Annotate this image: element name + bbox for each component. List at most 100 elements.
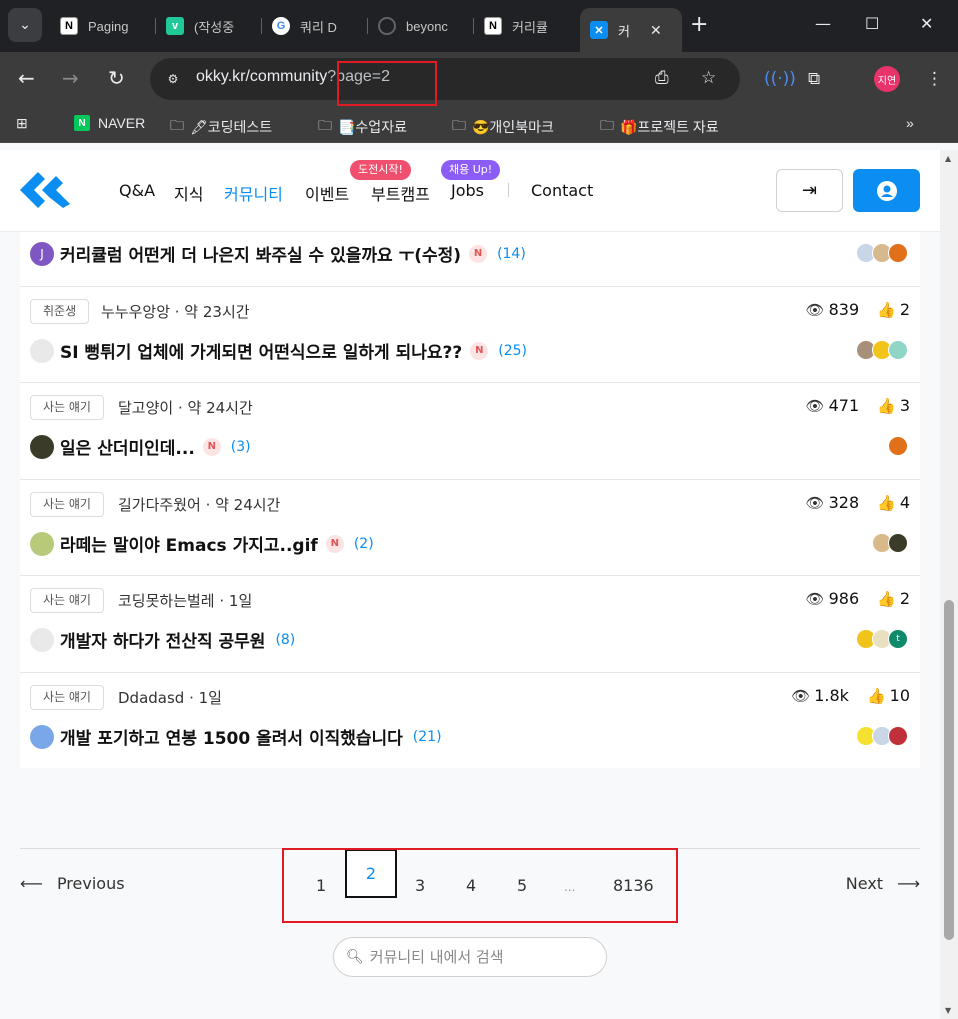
post-title[interactable]: SI 뻥튀기 업체에 가게되면 어떤식으로 일하게 되나요?? bbox=[60, 338, 462, 363]
new-badge: N bbox=[325, 534, 344, 553]
category-tag[interactable]: 사는 얘기 bbox=[30, 588, 104, 613]
nav-bootcamp[interactable]: 부트캠프 bbox=[371, 181, 430, 205]
view-count: 328 bbox=[828, 493, 860, 512]
eye-icon: 👁 bbox=[805, 300, 825, 319]
login-button[interactable]: ⇥ bbox=[776, 169, 843, 212]
signup-button[interactable] bbox=[853, 169, 920, 212]
scroll-thumb[interactable] bbox=[944, 600, 954, 940]
folder-icon: 🗀 bbox=[452, 117, 466, 133]
category-tag[interactable]: 취준생 bbox=[30, 299, 90, 324]
tab-search-button[interactable]: ⌄ bbox=[8, 8, 42, 42]
notion-icon: N bbox=[60, 17, 78, 35]
folder-icon: 🗀 bbox=[318, 117, 332, 133]
category-tag[interactable]: 사는 얘기 bbox=[30, 492, 104, 517]
bookmark-label: 🎁프로젝트 자료 bbox=[620, 119, 719, 135]
scroll-down-arrow-icon[interactable]: ▼ bbox=[945, 1006, 951, 1015]
thumbs-up-icon: 👍 bbox=[877, 396, 896, 415]
reload-button[interactable]: ↻ bbox=[108, 66, 125, 90]
folder-icon: 🗀 bbox=[600, 117, 614, 133]
okky-logo[interactable] bbox=[20, 172, 70, 212]
tab-google[interactable]: G 쿼리 D bbox=[262, 8, 368, 44]
bookmark-class-material[interactable]: 🗀 📑수업자료 bbox=[318, 115, 407, 139]
previous-page-button[interactable]: ⟵ Previous bbox=[20, 874, 125, 893]
previous-label: Previous bbox=[56, 874, 125, 893]
eye-icon: 👁 bbox=[791, 686, 811, 705]
post-item[interactable]: 사는 얘기 달고양이 · 약 24시간 👁 471 👍 3 일은 산더미인데... … bbox=[20, 383, 920, 480]
post-item[interactable]: 사는 얘기 코딩못하는벌레 · 1일 👁 986 👍 2 개발자 하다가 전산직 공… bbox=[20, 576, 920, 673]
tab-okky-active[interactable]: ✕ 커 ✕ bbox=[580, 8, 682, 52]
bookmark-personal[interactable]: 🗀 😎개인북마크 bbox=[452, 115, 554, 139]
post-meta: 길가다주웠어 · 약 24시간 bbox=[118, 496, 281, 514]
nav-event[interactable]: 이벤트 bbox=[305, 181, 349, 205]
new-badge: N bbox=[202, 437, 221, 456]
view-count: 471 bbox=[828, 396, 860, 415]
folder-icon: 🗀 bbox=[170, 117, 184, 133]
post-title[interactable]: 커리큘럼 어떤게 더 나은지 봐주실 수 있을까요 ㅜ(수정) bbox=[60, 241, 461, 266]
category-tag[interactable]: 사는 얘기 bbox=[30, 395, 104, 420]
eye-icon: 👁 bbox=[805, 589, 825, 608]
extensions-puzzle-icon[interactable]: ⧉ bbox=[808, 69, 820, 89]
annotation-highlight-pagination bbox=[282, 848, 678, 923]
like-count: 2 bbox=[899, 300, 910, 319]
search-input[interactable] bbox=[369, 948, 600, 966]
user-icon bbox=[876, 180, 897, 201]
tab-title: 쿼리 D bbox=[300, 19, 337, 35]
site-header: Q&A 지식 커뮤니티 이벤트 도전시작! 부트캠프 채용 Up! Jobs C… bbox=[0, 150, 940, 232]
browser-menu-icon[interactable]: ⋮ bbox=[926, 69, 943, 89]
view-count: 1.8k bbox=[814, 686, 849, 705]
next-page-button[interactable]: Next ⟶ bbox=[846, 874, 920, 893]
post-item[interactable]: 사는 얘기 길가다주웠어 · 약 24시간 👁 328 👍 4 라떼는 말이야 Em… bbox=[20, 480, 920, 576]
tab-curriculum[interactable]: N 커리큘 bbox=[474, 8, 580, 44]
scroll-up-arrow-icon[interactable]: ▲ bbox=[945, 154, 951, 163]
bookmark-star-icon[interactable]: ☆ bbox=[701, 68, 716, 88]
back-button[interactable]: ← bbox=[18, 66, 35, 90]
comment-count: (25) bbox=[498, 342, 527, 359]
google-icon: G bbox=[272, 17, 290, 35]
bookmark-naver[interactable]: N NAVER bbox=[74, 115, 145, 131]
post-title[interactable]: 라떼는 말이야 Emacs 가지고..gif bbox=[60, 531, 318, 556]
community-search[interactable]: 🔍︎ bbox=[333, 937, 607, 977]
page-scrollbar[interactable]: ▲ ▼ bbox=[940, 150, 958, 1019]
tab-title: (작성중 bbox=[194, 19, 235, 35]
participant-avatars bbox=[872, 533, 908, 553]
close-tab-icon[interactable]: ✕ bbox=[650, 22, 662, 39]
forward-button[interactable]: → bbox=[62, 66, 79, 90]
nav-community[interactable]: 커뮤니티 bbox=[224, 181, 283, 205]
extension-icon[interactable]: ((·)) bbox=[764, 69, 796, 89]
bookmark-project[interactable]: 🗀 🎁프로젝트 자료 bbox=[600, 115, 719, 139]
address-bar[interactable]: ⚙ okky.kr/community?page=2 ⎙ ☆ bbox=[150, 58, 740, 100]
new-tab-button[interactable]: + bbox=[690, 12, 708, 37]
author-avatar bbox=[30, 434, 54, 459]
view-count: 839 bbox=[828, 300, 860, 319]
post-stats: 👁 328 👍 4 bbox=[806, 493, 910, 512]
bookmark-coding-test[interactable]: 🗀 🖋코딩테스트 bbox=[170, 115, 272, 139]
post-item[interactable]: 취준생 누누우앙앙 · 약 23시간 👁 839 👍 2 SI 뻥튀기 업체에 가게… bbox=[20, 287, 920, 383]
category-tag[interactable]: 사는 얘기 bbox=[30, 685, 104, 710]
post-item[interactable]: J 커리큘럼 어떤게 더 나은지 봐주실 수 있을까요 ㅜ(수정) N (14) bbox=[20, 232, 920, 287]
tab-paging[interactable]: N Paging bbox=[50, 8, 156, 44]
maximize-button[interactable]: ☐ bbox=[865, 14, 879, 33]
minimize-button[interactable]: — bbox=[815, 14, 831, 33]
tab-github[interactable]: beyonc bbox=[368, 8, 474, 44]
post-title[interactable]: 개발자 하다가 전산직 공무원 bbox=[60, 627, 265, 652]
nav-jobs[interactable]: Jobs bbox=[451, 181, 484, 200]
nav-qna[interactable]: Q&A bbox=[119, 181, 155, 200]
site-info-icon[interactable]: ⚙ bbox=[162, 68, 184, 90]
post-stats: 👁 986 👍 2 bbox=[806, 589, 910, 608]
nav-knowledge[interactable]: 지식 bbox=[174, 181, 203, 205]
view-count: 986 bbox=[828, 589, 860, 608]
thumbs-up-icon: 👍 bbox=[866, 686, 886, 705]
bookmark-label: NAVER bbox=[98, 115, 146, 131]
profile-avatar[interactable]: 지연 bbox=[874, 66, 900, 92]
nav-contact[interactable]: Contact bbox=[531, 181, 593, 200]
bootcamp-badge: 도전시작! bbox=[350, 160, 411, 180]
post-title[interactable]: 일은 산더미인데... bbox=[60, 434, 195, 459]
install-app-icon[interactable]: ⎙ bbox=[655, 68, 669, 88]
comment-count: (2) bbox=[353, 535, 374, 552]
post-item[interactable]: 사는 얘기 Ddadasd · 1일 👁 1.8k 👍 10 개발 포기하고 연봉 … bbox=[20, 673, 920, 768]
more-bookmarks-icon[interactable]: » bbox=[906, 115, 914, 131]
tab-velog[interactable]: v (작성중 bbox=[156, 8, 262, 44]
apps-grid-icon[interactable]: ⊞ bbox=[16, 115, 28, 132]
post-title[interactable]: 개발 포기하고 연봉 1500 올려서 이직했습니다 bbox=[60, 724, 403, 749]
close-window-button[interactable]: ✕ bbox=[920, 14, 933, 33]
